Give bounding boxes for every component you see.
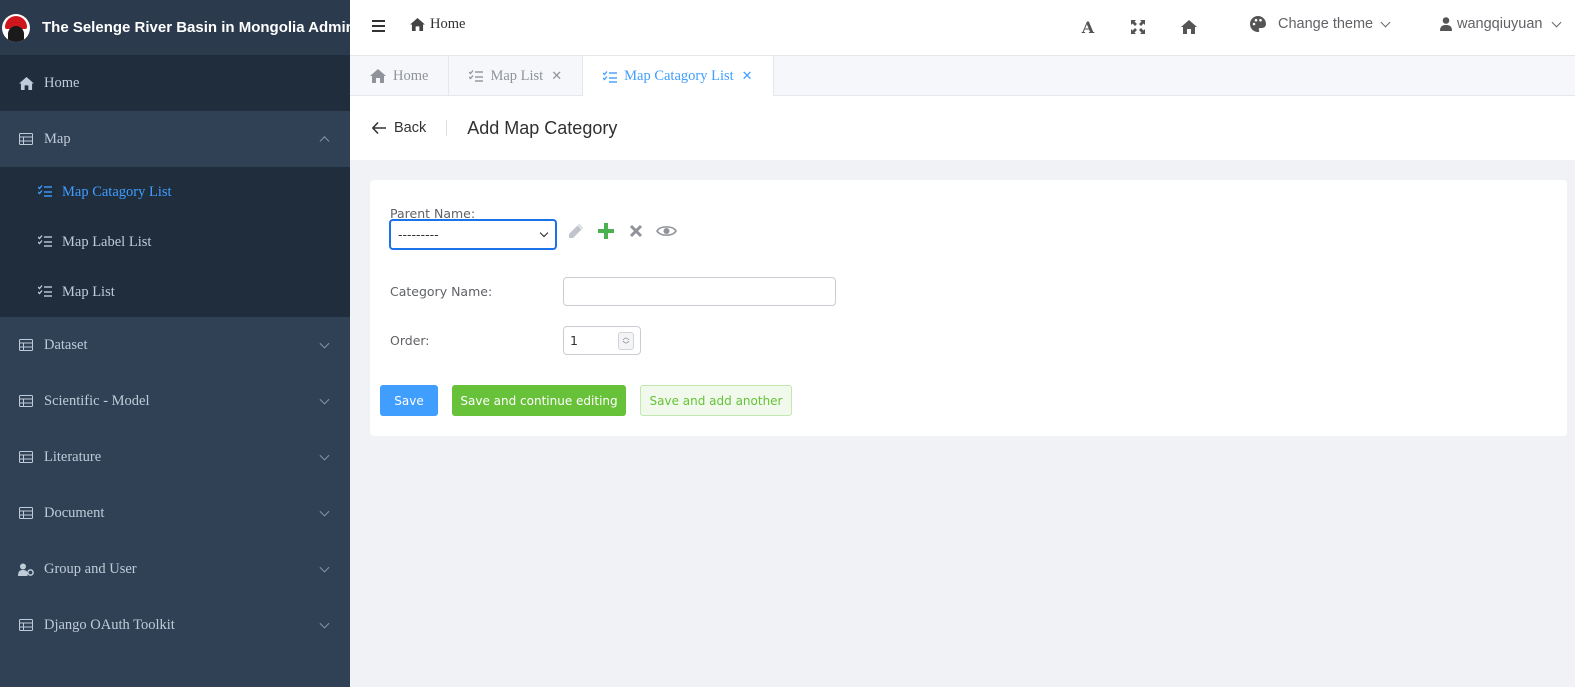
list-check-icon bbox=[469, 70, 484, 82]
table-icon bbox=[18, 131, 34, 147]
chevron-up-icon bbox=[319, 136, 330, 147]
change-theme-dropdown[interactable]: Change theme bbox=[1250, 16, 1391, 32]
tab-bar: Home Map List ✕ Map Catagory List ✕ bbox=[350, 56, 1575, 97]
chevron-down-icon bbox=[319, 394, 330, 405]
edit-icon[interactable] bbox=[565, 220, 587, 242]
chevron-down-icon bbox=[319, 450, 330, 461]
add-icon[interactable] bbox=[595, 220, 617, 242]
table-icon bbox=[18, 337, 34, 353]
sidebar-item-label: Scientific - Model bbox=[44, 392, 150, 409]
parent-name-value: --------- bbox=[398, 227, 439, 242]
sidebar-item-dataset[interactable]: Dataset bbox=[0, 317, 350, 373]
user-cog-icon bbox=[18, 561, 34, 577]
sidebar-item-label: Literature bbox=[44, 448, 102, 465]
list-check-icon bbox=[37, 235, 52, 249]
order-value: 1 bbox=[570, 333, 578, 348]
chevron-down-icon[interactable]: ﹀ bbox=[623, 341, 630, 349]
chevron-up-icon[interactable]: ︿ bbox=[623, 333, 630, 341]
page-header: Back Add Map Category bbox=[350, 96, 1575, 160]
sidebar-item-label: Group and User bbox=[44, 560, 137, 577]
sidebar-item-label: Map Catagory List bbox=[62, 183, 172, 200]
sidebar-item-label: Map bbox=[44, 130, 71, 147]
list-check-icon bbox=[603, 70, 618, 83]
fullscreen-icon[interactable] bbox=[1129, 18, 1147, 36]
page-title: Add Map Category bbox=[467, 117, 618, 138]
sidebar-item-scientific-model[interactable]: Scientific - Model bbox=[0, 373, 350, 429]
sidebar-item-label: Map List bbox=[62, 283, 115, 300]
tab-label: Map List bbox=[490, 67, 544, 84]
tab-label: Map Catagory List bbox=[624, 68, 734, 84]
tab-map-catagory-list[interactable]: Map Catagory List ✕ bbox=[583, 56, 774, 97]
sidebar-item-label: Document bbox=[44, 504, 105, 521]
sidebar-item-group-and-user[interactable]: Group and User bbox=[0, 541, 350, 597]
user-icon bbox=[1440, 17, 1452, 31]
home-icon bbox=[410, 18, 425, 31]
chevron-down-icon bbox=[1552, 17, 1562, 27]
tab-map-list[interactable]: Map List ✕ bbox=[449, 56, 584, 96]
save-and-add-another-button[interactable]: Save and add another bbox=[640, 385, 792, 416]
divider bbox=[446, 120, 448, 136]
sidebar-item-label: Django OAuth Toolkit bbox=[44, 616, 175, 633]
list-check-icon bbox=[37, 285, 52, 299]
sidebar-item-django-oauth-toolkit[interactable]: Django OAuth Toolkit bbox=[0, 597, 350, 653]
sidebar-item-literature[interactable]: Literature bbox=[0, 429, 350, 485]
order-label: Order: bbox=[390, 333, 430, 348]
tab-label: Home bbox=[393, 67, 429, 84]
user-dropdown[interactable]: wangqiuyuan bbox=[1440, 16, 1562, 32]
sidebar-item-map[interactable]: Map bbox=[0, 111, 350, 167]
home-icon[interactable] bbox=[1180, 18, 1198, 36]
back-button[interactable]: Back bbox=[372, 120, 426, 136]
breadcrumb-home: Home bbox=[430, 16, 466, 32]
sidebar: The Selenge River Basin in Mongolia Admi… bbox=[0, 0, 355, 687]
chevron-down-icon bbox=[319, 506, 330, 517]
sidebar-item-map-list[interactable]: Map List bbox=[0, 267, 350, 317]
back-label: Back bbox=[394, 120, 427, 136]
font-size-icon[interactable]: A bbox=[1079, 18, 1097, 37]
chevron-down-icon bbox=[539, 228, 549, 238]
sidebar-item-map-label-list[interactable]: Map Label List bbox=[0, 217, 350, 267]
table-icon bbox=[18, 449, 34, 465]
palette-icon bbox=[1250, 16, 1266, 32]
number-spinner[interactable]: ︿ ﹀ bbox=[618, 332, 634, 350]
home-icon bbox=[370, 69, 386, 83]
chevron-down-icon bbox=[319, 618, 330, 629]
save-and-continue-button[interactable]: Save and continue editing bbox=[452, 385, 626, 416]
top-header: Home A Change theme wangqiuyuan bbox=[350, 0, 1575, 56]
sidebar-item-label: Map Label List bbox=[62, 233, 152, 250]
username: wangqiuyuan bbox=[1457, 16, 1543, 32]
parent-name-select[interactable]: --------- bbox=[389, 219, 557, 250]
logo bbox=[2, 13, 30, 42]
sidebar-item-label: Dataset bbox=[44, 336, 88, 353]
delete-icon[interactable] bbox=[625, 220, 647, 242]
category-name-input[interactable] bbox=[563, 277, 836, 306]
map-submenu: Map Catagory List Map Label List Map Lis… bbox=[0, 167, 350, 317]
sidebar-item-map-catagory-list[interactable]: Map Catagory List bbox=[0, 167, 350, 217]
hamburger-icon[interactable] bbox=[372, 20, 385, 32]
order-input[interactable]: 1 ︿ ﹀ bbox=[563, 326, 641, 355]
change-theme-label: Change theme bbox=[1278, 16, 1374, 32]
sidebar-item-document[interactable]: Document bbox=[0, 485, 350, 541]
form-card: Parent Name: --------- Category Name: Or… bbox=[370, 180, 1567, 436]
home-icon bbox=[18, 75, 34, 91]
category-name-label: Category Name: bbox=[390, 284, 493, 299]
app-title: The Selenge River Basin in Mongolia Admi… bbox=[42, 19, 355, 36]
table-icon bbox=[18, 393, 34, 409]
chevron-down-icon bbox=[319, 338, 330, 349]
chevron-down-icon bbox=[1380, 17, 1391, 27]
save-button[interactable]: Save bbox=[380, 385, 438, 416]
arrow-left-icon bbox=[372, 122, 386, 134]
breadcrumb[interactable]: Home bbox=[410, 16, 465, 33]
close-icon[interactable]: ✕ bbox=[551, 69, 562, 84]
view-icon[interactable] bbox=[654, 220, 678, 242]
list-check-icon bbox=[37, 185, 52, 199]
close-icon[interactable]: ✕ bbox=[742, 69, 753, 84]
sidebar-item-home[interactable]: Home bbox=[0, 55, 350, 111]
tab-home[interactable]: Home bbox=[350, 56, 450, 96]
table-icon bbox=[18, 617, 34, 633]
chevron-down-icon bbox=[319, 562, 330, 573]
brand[interactable]: The Selenge River Basin in Mongolia Admi… bbox=[0, 0, 355, 55]
table-icon bbox=[18, 505, 34, 521]
sidebar-item-label: Home bbox=[44, 74, 80, 91]
